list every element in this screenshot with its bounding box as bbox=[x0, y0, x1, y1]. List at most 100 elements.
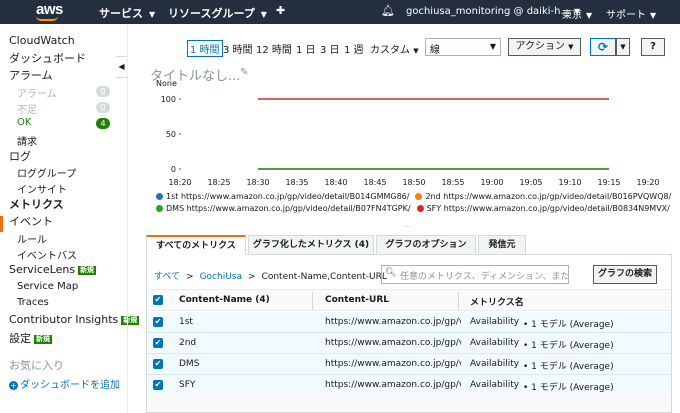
support-menu[interactable]: サポート ▼ bbox=[606, 6, 656, 21]
breadcrumb-separator: > bbox=[186, 272, 194, 282]
breadcrumb-separator: > bbox=[248, 272, 256, 282]
legend-row: 1st https://www.amazon.co.jp/gp/video/de… bbox=[156, 192, 677, 201]
sidebar-item-settings[interactable]: 設定 新規 bbox=[9, 330, 52, 346]
sidebar-item-logs[interactable]: ログ bbox=[9, 148, 31, 164]
breadcrumb-dimension: Content-Name,Content-URL bbox=[261, 272, 387, 282]
sidebar-item-ok[interactable]: OK bbox=[17, 117, 31, 128]
table-empty-area bbox=[147, 395, 671, 412]
active-indicator bbox=[0, 216, 3, 232]
range-12h[interactable]: 12 時間 bbox=[256, 41, 292, 56]
y-tick-label: 0 bbox=[171, 165, 176, 174]
servicelens-label: ServiceLens bbox=[9, 263, 76, 276]
tab-graphed-metrics[interactable]: グラフ化したメトリクス (4) bbox=[248, 235, 374, 255]
support-label: サポート bbox=[606, 10, 646, 21]
resize-handle-icon[interactable]: ⋯ bbox=[403, 222, 411, 231]
tab-all-metrics[interactable]: すべてのメトリクス bbox=[146, 235, 246, 255]
table-row[interactable]: ✔ 2nd https://www.amazon.co.jp/gp/videc … bbox=[147, 333, 671, 354]
sidebar-item-dashboards[interactable]: ダッシュボード bbox=[9, 50, 86, 66]
breadcrumb-namespace[interactable]: GochiUsa bbox=[200, 272, 242, 282]
chevron-down-icon: ▼ bbox=[650, 11, 657, 20]
x-tick-label: 18:35 bbox=[285, 178, 308, 187]
column-header-metric-name[interactable]: メトリクス名 bbox=[470, 295, 524, 308]
insufficient-count-badge: 0 bbox=[96, 102, 110, 113]
table-row[interactable]: ✔ 1st https://www.amazon.co.jp/gp/videc … bbox=[147, 312, 671, 333]
range-3h[interactable]: 3 時間 bbox=[223, 41, 253, 56]
cell-metric-model: • 1 モデル (Average) bbox=[523, 362, 614, 372]
sidebar-item-contributor-insights[interactable]: Contributor Insights 新規 bbox=[9, 313, 140, 326]
legend-item[interactable]: DMS https://www.amazon.co.jp/gp/video/de… bbox=[156, 204, 411, 213]
breadcrumb-all[interactable]: すべて bbox=[154, 272, 180, 282]
row-checkbox[interactable]: ✔ bbox=[153, 338, 163, 348]
new-badge: 新規 bbox=[34, 335, 52, 344]
bell-icon[interactable]: 🔔︎ bbox=[381, 4, 395, 17]
sidebar-item-rules[interactable]: ルール bbox=[17, 231, 47, 246]
chart-type-select[interactable]: 線 ▼ bbox=[425, 38, 501, 56]
legend-swatch-icon bbox=[156, 205, 163, 212]
pencil-icon[interactable]: ✎ bbox=[240, 67, 248, 78]
x-tick-label: 19:15 bbox=[597, 178, 620, 187]
refresh-options-button[interactable]: ▼ bbox=[616, 38, 630, 56]
sidebar-item-alarm-state[interactable]: アラーム bbox=[17, 85, 57, 100]
legend-item[interactable]: 1st https://www.amazon.co.jp/gp/video/de… bbox=[156, 192, 409, 201]
cell-metric-name: Availability bbox=[470, 380, 520, 390]
sidebar-item-service-map[interactable]: Service Map bbox=[17, 281, 78, 292]
region-menu[interactable]: 東京 ▼ bbox=[562, 6, 592, 21]
sidebar-divider bbox=[127, 24, 128, 413]
row-checkbox[interactable]: ✔ bbox=[153, 380, 163, 390]
sidebar-item-metrics[interactable]: メトリクス bbox=[9, 196, 64, 212]
pin-icon[interactable]: ✚ bbox=[276, 4, 285, 17]
sidebar-item-billing[interactable]: 請求 bbox=[17, 133, 37, 148]
sidebar-item-cloudwatch[interactable]: CloudWatch bbox=[9, 34, 75, 47]
help-icon: ? bbox=[650, 41, 656, 52]
breadcrumb: すべて > GochiUsa > Content-Name,Content-URL bbox=[154, 269, 387, 282]
row-checkbox[interactable]: ✔ bbox=[153, 317, 163, 327]
sidebar-item-log-groups[interactable]: ロググループ bbox=[17, 165, 76, 180]
services-menu[interactable]: サービス ▼ bbox=[99, 5, 155, 21]
legend-swatch-icon bbox=[416, 205, 424, 212]
cell-metric-name: Availability bbox=[470, 359, 520, 369]
legend-swatch-icon bbox=[156, 193, 163, 200]
cell-metric-name: Availability bbox=[470, 317, 520, 327]
metric-search-input[interactable]: 任意のメトリクス、ディメンション、または bbox=[381, 265, 569, 284]
range-1d[interactable]: 1 日 bbox=[296, 41, 316, 56]
help-button[interactable]: ? bbox=[641, 38, 665, 56]
add-dashboard-link[interactable]: + ダッシュボードを追加 bbox=[9, 376, 120, 391]
tab-source[interactable]: 発信元 bbox=[478, 235, 526, 255]
x-tick-label: 19:00 bbox=[480, 178, 503, 187]
column-header-content-name[interactable]: Content-Name (4) bbox=[179, 295, 270, 305]
range-1h[interactable]: 1 時間 bbox=[187, 40, 223, 57]
select-all-checkbox[interactable]: ✔ bbox=[153, 295, 163, 305]
cell-content-name: DMS bbox=[179, 359, 200, 369]
graph-search-button[interactable]: グラフの検索 bbox=[593, 265, 657, 284]
table-row[interactable]: ✔ SFY https://www.amazon.co.jp/gp/videc … bbox=[147, 375, 671, 396]
range-3d[interactable]: 3 日 bbox=[320, 41, 340, 56]
services-label: サービス bbox=[99, 7, 143, 20]
account-menu[interactable]: gochiusa_monitoring @ daiki-h... ▼ bbox=[406, 6, 580, 17]
column-divider bbox=[312, 292, 313, 310]
alarm-count-badge: 0 bbox=[96, 86, 110, 97]
sidebar-item-servicelens[interactable]: ServiceLens 新規 bbox=[9, 263, 97, 276]
refresh-icon: ⟳ bbox=[597, 40, 609, 54]
refresh-button[interactable]: ⟳ bbox=[590, 38, 616, 56]
sidebar-item-insights[interactable]: インサイト bbox=[17, 181, 67, 196]
cell-metric-name: Availability bbox=[470, 338, 520, 348]
ok-count-badge: 4 bbox=[96, 118, 110, 129]
range-1w[interactable]: 1 週 bbox=[344, 41, 364, 56]
tab-graph-options[interactable]: グラフのオプション bbox=[376, 235, 476, 255]
sidebar-item-insufficient[interactable]: 不足 bbox=[17, 101, 37, 116]
resource-groups-label: リソースグループ bbox=[168, 7, 255, 20]
plus-icon: + bbox=[9, 381, 18, 390]
resource-groups-menu[interactable]: リソースグループ ▼ bbox=[168, 5, 267, 21]
legend-item[interactable]: 2nd https://www.amazon.co.jp/gp/video/de… bbox=[415, 192, 671, 201]
sidebar-item-event-buses[interactable]: イベントバス bbox=[17, 247, 77, 262]
caret-down-icon: ▼ bbox=[568, 43, 574, 51]
sidebar-item-traces[interactable]: Traces bbox=[17, 297, 49, 308]
row-checkbox[interactable]: ✔ bbox=[153, 359, 163, 369]
sidebar-item-alarms[interactable]: アラーム bbox=[9, 67, 53, 83]
range-custom[interactable]: カスタム ▼ bbox=[370, 41, 419, 56]
sidebar-item-events[interactable]: イベント bbox=[9, 213, 53, 229]
table-row[interactable]: ✔ DMS https://www.amazon.co.jp/gp/videc … bbox=[147, 354, 671, 375]
legend-item[interactable]: SFY https://www.amazon.co.jp/gp/video/de… bbox=[416, 204, 670, 213]
column-header-content-url[interactable]: Content-URL bbox=[325, 295, 389, 305]
actions-button[interactable]: アクション ▼ bbox=[508, 38, 581, 56]
